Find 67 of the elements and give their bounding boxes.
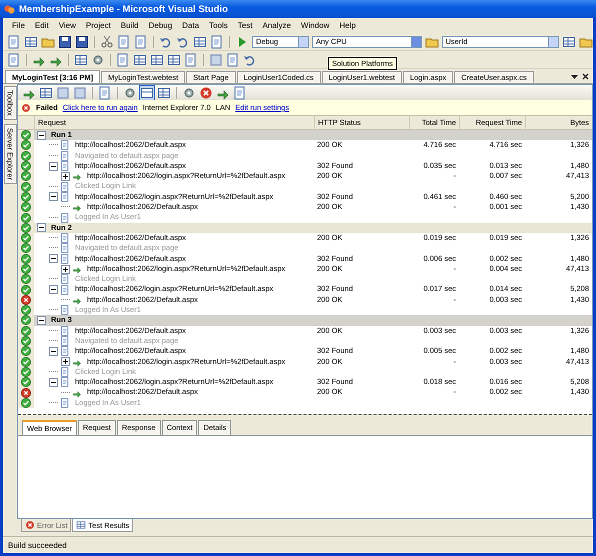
expander-icon[interactable] — [61, 264, 70, 274]
note-icon — [60, 305, 70, 316]
note-icon — [60, 243, 70, 254]
page-icon — [60, 192, 70, 202]
status-bar: Build succeeded — [3, 536, 593, 553]
note-icon — [60, 150, 70, 161]
grid-icon[interactable] — [133, 52, 147, 66]
close-icon[interactable] — [582, 72, 589, 80]
page-icon — [60, 233, 70, 244]
menu-item[interactable]: Analyze — [257, 21, 296, 30]
app-icon — [4, 4, 15, 14]
expander-icon[interactable] — [49, 346, 58, 356]
menu-item[interactable]: Data — [177, 21, 204, 30]
arrow-icon — [72, 264, 82, 274]
window-icon[interactable] — [562, 34, 576, 48]
error-icon — [25, 520, 35, 530]
split-view-icon[interactable] — [140, 86, 154, 100]
expander-icon[interactable] — [61, 172, 70, 181]
expander-icon[interactable] — [49, 285, 58, 294]
stop-icon[interactable] — [209, 52, 223, 66]
note-icon — [60, 212, 70, 223]
page-icon — [60, 346, 70, 356]
note-icon — [60, 182, 70, 192]
table-icon[interactable] — [150, 52, 164, 66]
expander-icon[interactable] — [49, 192, 58, 202]
save-all-icon[interactable] — [75, 34, 89, 48]
expander-icon[interactable] — [37, 316, 46, 325]
error-icon[interactable] — [199, 86, 213, 100]
grid-icon — [76, 520, 86, 530]
arrow-icon — [72, 202, 82, 212]
expander-icon[interactable] — [49, 254, 58, 264]
menu-item[interactable]: Test — [232, 21, 258, 30]
add-item-icon[interactable] — [24, 34, 38, 48]
grid-icon[interactable] — [39, 86, 53, 100]
panel-icon[interactable] — [157, 86, 171, 100]
page-icon — [60, 254, 70, 264]
expander-icon[interactable] — [37, 223, 46, 232]
page-icon — [60, 284, 70, 295]
error-icon — [21, 102, 31, 112]
arrow-icon — [72, 171, 82, 182]
menu-item[interactable]: Build — [116, 21, 144, 30]
note-icon — [60, 274, 70, 284]
menu-item[interactable]: Project — [80, 21, 116, 30]
menu-item[interactable]: Debug — [144, 21, 178, 30]
expander-icon[interactable] — [49, 162, 58, 171]
save-icon[interactable] — [58, 34, 72, 48]
expander-icon[interactable] — [61, 357, 70, 366]
page-icon — [60, 377, 70, 388]
page-icon — [60, 140, 70, 150]
page-icon — [60, 326, 70, 336]
menu-item[interactable]: Tools — [204, 21, 233, 30]
menu-item[interactable]: File — [7, 21, 30, 30]
note-icon — [60, 336, 70, 346]
note-icon — [60, 398, 70, 408]
stop-icon[interactable] — [73, 86, 87, 100]
window-title: MembershipExample - Microsoft Visual Studio — [19, 4, 228, 14]
menu-item[interactable]: View — [54, 21, 81, 30]
expander-icon[interactable] — [37, 130, 46, 140]
expander-icon[interactable] — [49, 378, 58, 387]
page-icon — [60, 161, 70, 172]
note-icon — [60, 366, 70, 377]
cut-icon[interactable] — [100, 34, 114, 48]
test-icon[interactable] — [7, 52, 21, 66]
menu-item[interactable]: Window — [296, 21, 334, 30]
dropdown-icon[interactable] — [571, 72, 578, 80]
menu-item[interactable]: Edit — [30, 21, 54, 30]
menu-item[interactable]: Help — [334, 21, 361, 30]
